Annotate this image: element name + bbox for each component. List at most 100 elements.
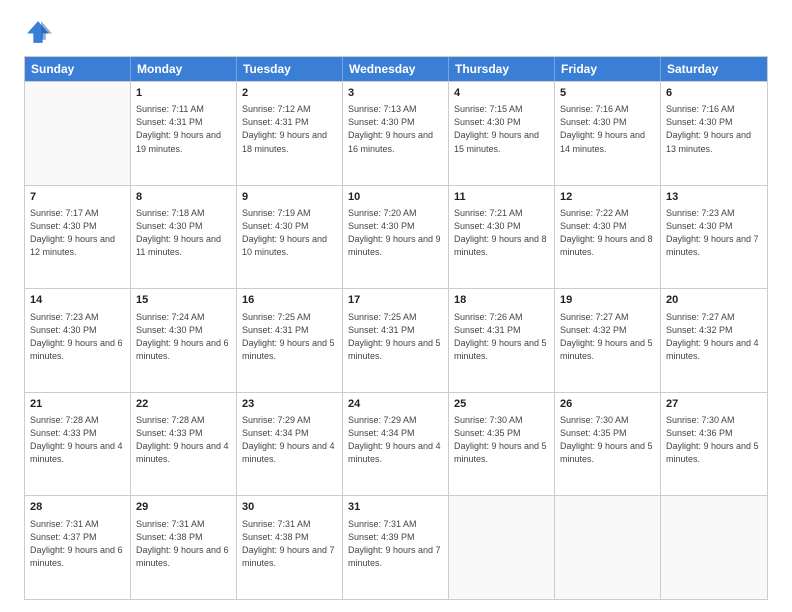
logo xyxy=(24,18,58,46)
day-number: 21 xyxy=(30,397,125,412)
cell-info: Sunrise: 7:23 AMSunset: 4:30 PMDaylight:… xyxy=(666,207,762,259)
day-number: 2 xyxy=(242,86,337,101)
calendar-cell: 6Sunrise: 7:16 AMSunset: 4:30 PMDaylight… xyxy=(661,82,767,185)
calendar-cell: 15 Sunrise: 7:24 AMSunset: 4:30 PMDayligh… xyxy=(131,289,237,392)
cell-info: Sunrise: 7:31 AMSunset: 4:38 PMDaylight:… xyxy=(242,518,337,570)
col-saturday: Saturday xyxy=(661,57,767,81)
calendar-cell: 30Sunrise: 7:31 AMSunset: 4:38 PMDayligh… xyxy=(237,496,343,599)
calendar-cell: 11 Sunrise: 7:21 AMSunset: 4:30 PMDayligh… xyxy=(449,186,555,289)
day-number: 8 xyxy=(136,190,231,205)
cell-info: Sunrise: 7:12 AMSunset: 4:31 PMDaylight:… xyxy=(242,103,337,155)
cell-info: Sunrise: 7:23 AMSunset: 4:30 PMDaylight:… xyxy=(30,311,125,363)
calendar-row-1: 7 Sunrise: 7:17 AMSunset: 4:30 PMDaylight… xyxy=(25,185,767,289)
cell-info: Sunrise: 7:27 AMSunset: 4:32 PMDaylight:… xyxy=(560,311,655,363)
day-number: 27 xyxy=(666,397,762,412)
day-number: 14 xyxy=(30,293,125,308)
day-number: 24 xyxy=(348,397,443,412)
calendar-cell: 3 Sunrise: 7:13 AMSunset: 4:30 PMDaylight… xyxy=(343,82,449,185)
calendar-cell: 21Sunrise: 7:28 AMSunset: 4:33 PMDayligh… xyxy=(25,393,131,496)
day-number: 17 xyxy=(348,293,443,308)
day-number: 10 xyxy=(348,190,443,205)
cell-info: Sunrise: 7:28 AMSunset: 4:33 PMDaylight:… xyxy=(136,414,231,466)
cell-info: Sunrise: 7:17 AMSunset: 4:30 PMDaylight:… xyxy=(30,207,125,259)
day-number: 11 xyxy=(454,190,549,205)
cell-info: Sunrise: 7:25 AMSunset: 4:31 PMDaylight:… xyxy=(348,311,443,363)
calendar-cell: 25 Sunrise: 7:30 AMSunset: 4:35 PMDayligh… xyxy=(449,393,555,496)
day-number: 25 xyxy=(454,397,549,412)
header xyxy=(24,18,768,46)
day-number: 28 xyxy=(30,500,125,515)
day-number: 12 xyxy=(560,190,655,205)
calendar-cell: 14 Sunrise: 7:23 AMSunset: 4:30 PMDayligh… xyxy=(25,289,131,392)
day-number: 18 xyxy=(454,293,549,308)
calendar-cell: 7 Sunrise: 7:17 AMSunset: 4:30 PMDaylight… xyxy=(25,186,131,289)
day-number: 16 xyxy=(242,293,337,308)
calendar-cell: 8 Sunrise: 7:18 AMSunset: 4:30 PMDaylight… xyxy=(131,186,237,289)
cell-info: Sunrise: 7:30 AMSunset: 4:35 PMDaylight:… xyxy=(454,414,549,466)
calendar-cell: 13 Sunrise: 7:23 AMSunset: 4:30 PMDayligh… xyxy=(661,186,767,289)
calendar-cell: 4Sunrise: 7:15 AMSunset: 4:30 PMDaylight… xyxy=(449,82,555,185)
day-number: 13 xyxy=(666,190,762,205)
calendar-cell: 16Sunrise: 7:25 AMSunset: 4:31 PMDayligh… xyxy=(237,289,343,392)
calendar-body: 1Sunrise: 7:11 AMSunset: 4:31 PMDaylight… xyxy=(25,81,767,599)
day-number: 19 xyxy=(560,293,655,308)
cell-info: Sunrise: 7:31 AMSunset: 4:38 PMDaylight:… xyxy=(136,518,231,570)
cell-info: Sunrise: 7:13 AMSunset: 4:30 PMDaylight:… xyxy=(348,103,443,155)
calendar-cell: 20Sunrise: 7:27 AMSunset: 4:32 PMDayligh… xyxy=(661,289,767,392)
calendar-cell: 23 Sunrise: 7:29 AMSunset: 4:34 PMDayligh… xyxy=(237,393,343,496)
calendar-row-4: 28Sunrise: 7:31 AMSunset: 4:37 PMDayligh… xyxy=(25,495,767,599)
day-number: 26 xyxy=(560,397,655,412)
cell-info: Sunrise: 7:26 AMSunset: 4:31 PMDaylight:… xyxy=(454,311,549,363)
calendar-header: Sunday Monday Tuesday Wednesday Thursday… xyxy=(25,57,767,81)
day-number: 6 xyxy=(666,86,762,101)
calendar-row-3: 21 Sunrise: 7:28 AMSunset: 4:33 PMDayligh… xyxy=(25,392,767,496)
calendar-cell: 17 Sunrise: 7:25 AMSunset: 4:31 PMDayligh… xyxy=(343,289,449,392)
day-number: 3 xyxy=(348,86,443,101)
day-number: 29 xyxy=(136,500,231,515)
cell-info: Sunrise: 7:29 AMSunset: 4:34 PMDaylight:… xyxy=(242,414,337,466)
col-thursday: Thursday xyxy=(449,57,555,81)
day-number: 15 xyxy=(136,293,231,308)
day-number: 5 xyxy=(560,86,655,101)
page: Sunday Monday Tuesday Wednesday Thursday… xyxy=(0,0,792,612)
calendar-cell: 18 Sunrise: 7:26 AMSunset: 4:31 PMDayligh… xyxy=(449,289,555,392)
calendar-cell: 24Sunrise: 7:29 AMSunset: 4:34 PMDayligh… xyxy=(343,393,449,496)
calendar-cell: 27 Sunrise: 7:30 AMSunset: 4:36 PMDayligh… xyxy=(661,393,767,496)
col-friday: Friday xyxy=(555,57,661,81)
day-number: 23 xyxy=(242,397,337,412)
calendar-row-2: 14 Sunrise: 7:23 AMSunset: 4:30 PMDayligh… xyxy=(25,288,767,392)
calendar-cell xyxy=(25,82,131,185)
calendar-cell: 28Sunrise: 7:31 AMSunset: 4:37 PMDayligh… xyxy=(25,496,131,599)
col-tuesday: Tuesday xyxy=(237,57,343,81)
day-number: 31 xyxy=(348,500,443,515)
cell-info: Sunrise: 7:16 AMSunset: 4:30 PMDaylight:… xyxy=(560,103,655,155)
day-number: 1 xyxy=(136,86,231,101)
calendar-cell: 9 Sunrise: 7:19 AMSunset: 4:30 PMDaylight… xyxy=(237,186,343,289)
cell-info: Sunrise: 7:21 AMSunset: 4:30 PMDaylight:… xyxy=(454,207,549,259)
calendar-cell: 5 Sunrise: 7:16 AMSunset: 4:30 PMDaylight… xyxy=(555,82,661,185)
cell-info: Sunrise: 7:22 AMSunset: 4:30 PMDaylight:… xyxy=(560,207,655,259)
cell-info: Sunrise: 7:30 AMSunset: 4:35 PMDaylight:… xyxy=(560,414,655,466)
calendar-cell: 31Sunrise: 7:31 AMSunset: 4:39 PMDayligh… xyxy=(343,496,449,599)
cell-info: Sunrise: 7:24 AMSunset: 4:30 PMDaylight:… xyxy=(136,311,231,363)
col-sunday: Sunday xyxy=(25,57,131,81)
cell-info: Sunrise: 7:19 AMSunset: 4:30 PMDaylight:… xyxy=(242,207,337,259)
calendar-cell: 19 Sunrise: 7:27 AMSunset: 4:32 PMDayligh… xyxy=(555,289,661,392)
cell-info: Sunrise: 7:27 AMSunset: 4:32 PMDaylight:… xyxy=(666,311,762,363)
calendar-cell: 1Sunrise: 7:11 AMSunset: 4:31 PMDaylight… xyxy=(131,82,237,185)
calendar-cell xyxy=(449,496,555,599)
calendar-cell: 29 Sunrise: 7:31 AMSunset: 4:38 PMDayligh… xyxy=(131,496,237,599)
calendar-row-0: 1Sunrise: 7:11 AMSunset: 4:31 PMDaylight… xyxy=(25,81,767,185)
cell-info: Sunrise: 7:18 AMSunset: 4:30 PMDaylight:… xyxy=(136,207,231,259)
cell-info: Sunrise: 7:30 AMSunset: 4:36 PMDaylight:… xyxy=(666,414,762,466)
calendar-cell: 2 Sunrise: 7:12 AMSunset: 4:31 PMDaylight… xyxy=(237,82,343,185)
calendar-cell xyxy=(661,496,767,599)
cell-info: Sunrise: 7:20 AMSunset: 4:30 PMDaylight:… xyxy=(348,207,443,259)
calendar-cell: 12 Sunrise: 7:22 AMSunset: 4:30 PMDayligh… xyxy=(555,186,661,289)
day-number: 9 xyxy=(242,190,337,205)
calendar-cell xyxy=(555,496,661,599)
day-number: 7 xyxy=(30,190,125,205)
calendar-cell: 26 Sunrise: 7:30 AMSunset: 4:35 PMDayligh… xyxy=(555,393,661,496)
col-wednesday: Wednesday xyxy=(343,57,449,81)
logo-icon xyxy=(24,18,52,46)
